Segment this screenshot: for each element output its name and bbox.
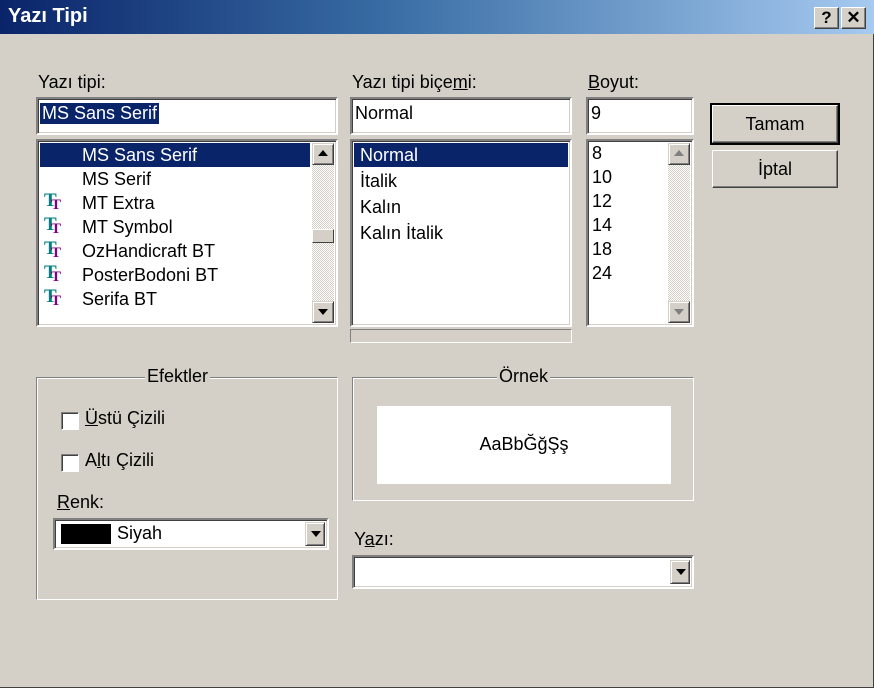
size-list-item[interactable]: 8 bbox=[590, 141, 664, 165]
font-style-list-item[interactable]: Kalın bbox=[354, 195, 568, 219]
font-label: Yazı tipi: bbox=[38, 72, 106, 92]
font-style-list[interactable]: Normal İtalik Kalın Kalın İtalik bbox=[350, 139, 572, 327]
font-style-value: Normal bbox=[355, 103, 414, 123]
effects-group: Efektler Üstü Çizili Altı Çizili Renk: S… bbox=[36, 366, 338, 600]
color-label: Renk: bbox=[57, 492, 105, 512]
font-list-item[interactable]: MS Sans Serif bbox=[40, 143, 310, 167]
arrow-up-icon bbox=[674, 150, 684, 156]
size-list-item[interactable]: 12 bbox=[590, 189, 664, 213]
title-bar[interactable]: Yazı Tipi ? ✕ bbox=[0, 0, 874, 34]
scroll-down-button[interactable] bbox=[668, 301, 690, 323]
font-list-item-label: PosterBodoni BT bbox=[82, 265, 219, 285]
strikeout-label[interactable]: Üstü Çizili bbox=[85, 408, 165, 429]
scroll-up-button[interactable] bbox=[312, 143, 334, 165]
color-select[interactable]: Siyah bbox=[53, 518, 329, 550]
size-input[interactable]: 9 bbox=[586, 97, 694, 135]
color-swatch bbox=[61, 524, 111, 544]
scroll-up-button[interactable] bbox=[668, 143, 690, 165]
script-select[interactable] bbox=[352, 555, 694, 589]
font-style-input[interactable]: Normal bbox=[350, 97, 572, 135]
font-list-item-label: MT Extra bbox=[82, 193, 155, 213]
font-style-list-item[interactable]: Kalın İtalik bbox=[354, 221, 568, 245]
font-list-item-label: MT Symbol bbox=[82, 217, 173, 237]
truetype-font-icon: TT bbox=[44, 286, 62, 310]
font-list-item[interactable]: MS Serif bbox=[40, 167, 310, 191]
effects-title: Efektler bbox=[145, 366, 211, 387]
font-list-item-label: Serifa BT bbox=[82, 289, 158, 309]
font-style-hscroll[interactable] bbox=[350, 329, 572, 343]
font-list-item[interactable]: T T Serifa BT bbox=[40, 287, 310, 311]
font-style-list-item[interactable]: Normal bbox=[354, 143, 568, 167]
sample-preview: AaBbĞğŞş bbox=[377, 406, 671, 484]
truetype-font-icon: TT bbox=[44, 238, 62, 262]
font-list-item[interactable]: T T MT Symbol bbox=[40, 215, 310, 239]
ok-button[interactable]: Tamam bbox=[710, 103, 840, 145]
truetype-font-icon: TT bbox=[44, 190, 62, 214]
script-dropdown-button[interactable] bbox=[670, 560, 690, 584]
size-list-item[interactable]: 24 bbox=[590, 261, 664, 285]
size-list-item[interactable]: 14 bbox=[590, 213, 664, 237]
font-name-input[interactable]: MS Sans Serif bbox=[36, 97, 338, 135]
font-style-list-item[interactable]: İtalik bbox=[354, 169, 568, 193]
size-list[interactable]: 8 10 12 14 18 24 bbox=[586, 139, 694, 327]
size-list-item[interactable]: 10 bbox=[590, 165, 664, 189]
font-dialog: Yazı Tipi ? ✕ Yazı tipi: MS Sans Serif M… bbox=[0, 0, 874, 688]
truetype-font-icon: TT bbox=[44, 262, 62, 286]
strikeout-checkbox[interactable] bbox=[61, 412, 79, 430]
arrow-up-icon bbox=[318, 150, 328, 156]
scroll-thumb[interactable] bbox=[312, 229, 334, 243]
size-list-scrollbar[interactable] bbox=[668, 143, 690, 323]
cancel-button[interactable]: İptal bbox=[712, 150, 838, 188]
sample-group: Örnek AaBbĞğŞş bbox=[352, 366, 694, 501]
font-list-item[interactable]: T T PosterBodoni BT bbox=[40, 263, 310, 287]
scroll-down-button[interactable] bbox=[312, 301, 334, 323]
font-list-scrollbar[interactable] bbox=[312, 143, 334, 323]
color-dropdown-button[interactable] bbox=[305, 522, 325, 546]
color-value: Siyah bbox=[117, 523, 163, 543]
size-label: Boyut: bbox=[588, 72, 640, 92]
chevron-down-icon bbox=[311, 531, 321, 537]
arrow-down-icon bbox=[318, 309, 328, 315]
script-label: Yazı: bbox=[354, 529, 394, 549]
underline-checkbox[interactable] bbox=[61, 454, 79, 472]
window-title: Yazı Tipi bbox=[8, 5, 88, 27]
font-list-item[interactable]: T T MT Extra bbox=[40, 191, 310, 215]
underline-label[interactable]: Altı Çizili bbox=[85, 450, 154, 471]
size-value: 9 bbox=[591, 103, 602, 123]
truetype-font-icon: TT bbox=[44, 214, 62, 238]
font-style-label: Yazı tipi biçemi: bbox=[352, 72, 477, 92]
font-list-item-label: MS Serif bbox=[82, 169, 152, 189]
chevron-down-icon bbox=[676, 569, 686, 575]
size-list-item[interactable]: 18 bbox=[590, 237, 664, 261]
font-list[interactable]: MS Sans Serif MS Serif T T MT Extra T T MT Symb… bbox=[36, 139, 338, 327]
sample-title: Örnek bbox=[497, 366, 551, 387]
arrow-down-icon bbox=[674, 309, 684, 315]
sample-text: AaBbĞğŞş bbox=[479, 434, 569, 454]
font-list-item-label: OzHandicraft BT bbox=[82, 241, 216, 261]
close-icon: ✕ bbox=[846, 8, 861, 27]
close-button[interactable]: ✕ bbox=[841, 7, 866, 29]
help-button[interactable]: ? bbox=[814, 7, 839, 29]
font-name-value: MS Sans Serif bbox=[40, 103, 160, 124]
font-list-item-label: MS Sans Serif bbox=[82, 145, 198, 165]
font-list-item[interactable]: T T OzHandicraft BT bbox=[40, 239, 310, 263]
